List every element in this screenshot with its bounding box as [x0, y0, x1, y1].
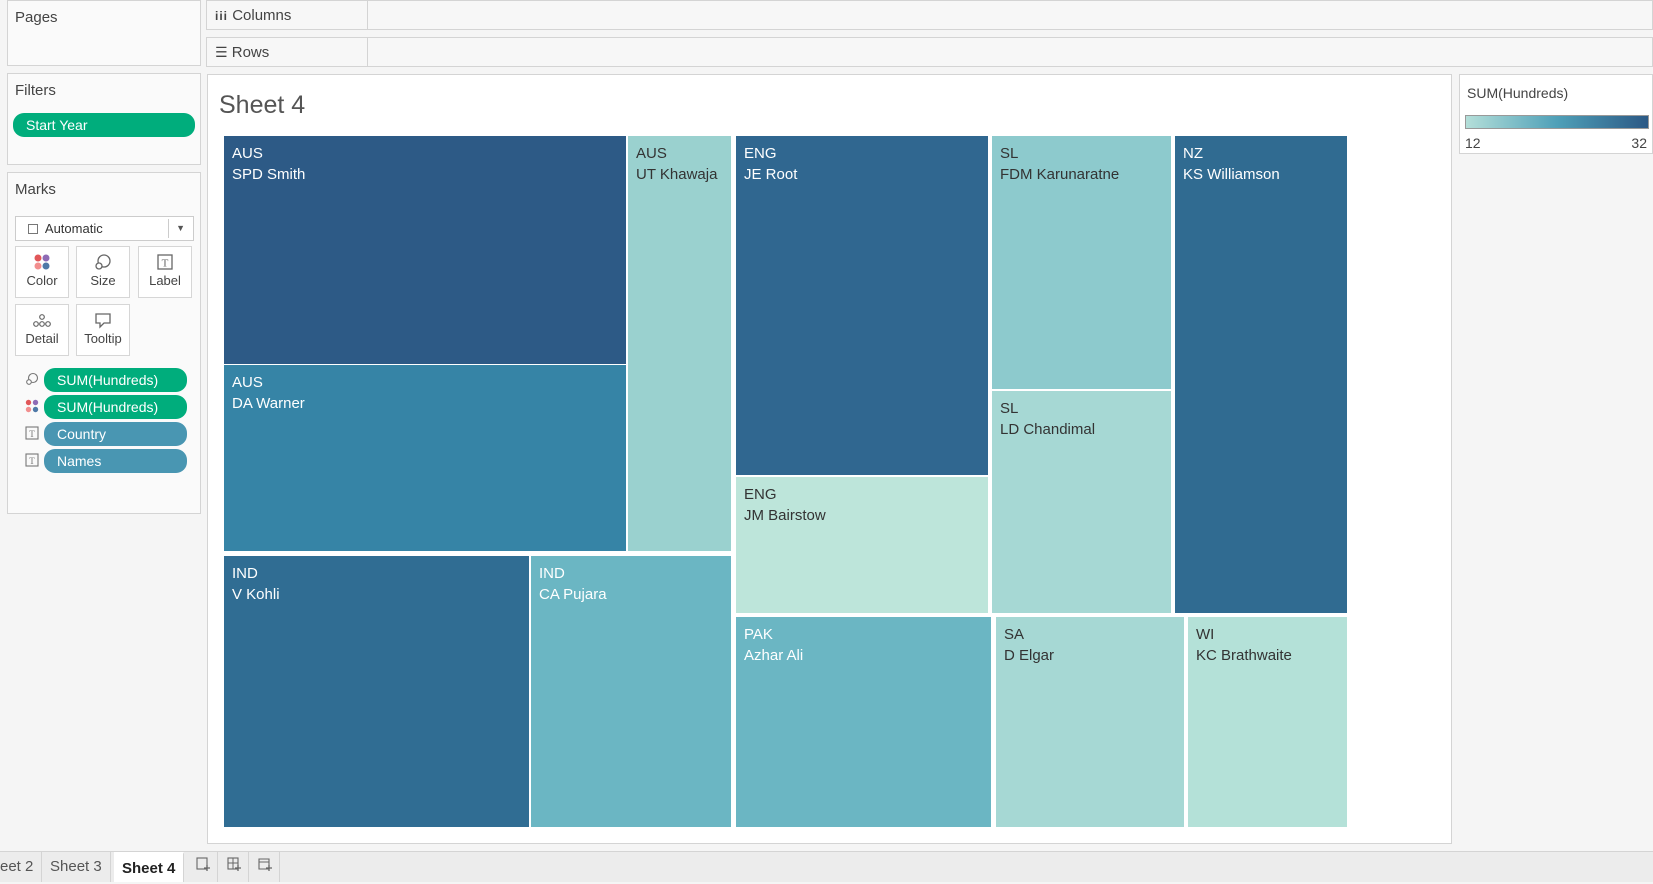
marks-panel: Marks Automatic ▼ Color Size T Label Det… [7, 172, 201, 514]
tile-country-label: NZ [1183, 145, 1203, 162]
tile-country-label: AUS [232, 374, 263, 391]
color-legend: SUM(Hundreds) 12 32 [1459, 74, 1653, 154]
mark-field-color-icon [25, 399, 39, 418]
treemap-tile[interactable]: AUS UT Khawaja [628, 136, 731, 551]
tile-country-label: PAK [744, 626, 773, 643]
tile-name-label: KC Brathwaite [1196, 647, 1292, 664]
tile-name-label: JE Root [744, 166, 798, 183]
columns-shelf-divider [367, 1, 368, 29]
treemap: AUS SPD Smith AUS DA Warner AUS UT Khawaja IND… [224, 136, 1349, 827]
rows-icon: ☰ [215, 44, 228, 60]
legend-gradient [1465, 115, 1649, 129]
color-button-label: Color [26, 273, 58, 288]
color-icon [16, 247, 68, 273]
treemap-tile[interactable]: IND V Kohli [224, 556, 529, 827]
tile-name-label: SPD Smith [232, 166, 306, 183]
label-button-label: Label [149, 273, 181, 288]
detail-button[interactable]: Detail [15, 304, 69, 356]
columns-shelf-label: iii Columns [215, 7, 292, 24]
treemap-tile[interactable]: ENG JE Root [736, 136, 988, 475]
svg-text:T: T [29, 429, 35, 439]
tile-name-label: KS Williamson [1183, 166, 1280, 183]
tile-name-label: JM Bairstow [744, 507, 826, 524]
filters-title: Filters [15, 82, 56, 99]
columns-shelf[interactable]: iii Columns [206, 0, 1653, 30]
svg-text:T: T [29, 456, 35, 466]
treemap-tile[interactable]: ENG JM Bairstow [736, 477, 988, 613]
tile-country-label: ENG [744, 486, 777, 503]
treemap-tile[interactable]: IND CA Pujara [531, 556, 731, 827]
tooltip-button[interactable]: Tooltip [76, 304, 130, 356]
treemap-tile[interactable]: SL LD Chandimal [992, 391, 1171, 613]
tab-sheet-4[interactable]: Sheet 4 [114, 852, 185, 882]
tile-country-label: WI [1196, 626, 1215, 643]
tile-country-label: IND [539, 565, 565, 582]
filters-panel[interactable]: Filters Start Year [7, 73, 201, 165]
treemap-tile[interactable]: PAK Azhar Ali [736, 617, 991, 827]
mark-field-names-label-icon: T [25, 453, 39, 472]
color-button[interactable]: Color [15, 246, 69, 298]
tab-sheet-2[interactable]: eet 2 [0, 852, 43, 882]
treemap-tile[interactable]: WI KC Brathwaite [1188, 617, 1347, 827]
mark-type-label: Automatic [44, 221, 103, 236]
new-dashboard-icon[interactable] [219, 852, 249, 882]
treemap-tile[interactable]: AUS DA Warner [224, 365, 626, 551]
marks-title: Marks [15, 181, 56, 198]
tile-name-label: V Kohli [232, 586, 280, 603]
tooltip-button-label: Tooltip [84, 331, 122, 346]
treemap-tile[interactable]: AUS SPD Smith [224, 136, 626, 364]
tile-country-label: IND [232, 565, 258, 582]
detail-button-label: Detail [25, 331, 59, 346]
treemap-tile[interactable]: SL FDM Karunaratne [992, 136, 1171, 389]
label-button[interactable]: T Label [138, 246, 192, 298]
treemap-tile[interactable]: SA D Elgar [996, 617, 1184, 827]
tile-country-label: AUS [636, 145, 667, 162]
mark-type-dropdown[interactable]: Automatic ▼ [15, 216, 194, 241]
chevron-down-icon: ▼ [176, 223, 185, 233]
tab-sheet-3[interactable]: Sheet 3 [42, 852, 111, 882]
rows-shelf-divider [367, 38, 368, 66]
filter-pill-start-year[interactable]: Start Year [13, 113, 195, 137]
size-button-label: Size [90, 273, 116, 288]
mark-field-country-label-icon: T [25, 426, 39, 445]
new-story-icon[interactable] [250, 852, 280, 882]
label-icon: T [139, 247, 191, 273]
tile-name-label: FDM Karunaratne [1000, 166, 1120, 183]
treemap-tile[interactable]: NZ KS Williamson [1175, 136, 1347, 613]
tile-name-label: UT Khawaja [636, 166, 718, 183]
tile-name-label: DA Warner [232, 395, 305, 412]
detail-icon [16, 305, 68, 331]
rows-shelf-label: ☰ Rows [215, 44, 270, 61]
new-worksheet-icon[interactable] [188, 852, 218, 882]
mark-type-icon [28, 224, 38, 234]
legend-max: 32 [1631, 135, 1647, 151]
pages-title: Pages [15, 9, 58, 26]
dropdown-separator [168, 219, 169, 238]
sheet-title: Sheet 4 [219, 91, 306, 119]
size-icon [77, 247, 129, 273]
svg-text:T: T [162, 258, 169, 270]
columns-icon: iii [215, 9, 229, 23]
mark-field-size-pill[interactable]: SUM(Hundreds) [44, 368, 187, 392]
tile-name-label: Azhar Ali [744, 647, 804, 664]
mark-field-names-pill[interactable]: Names [44, 449, 187, 473]
tile-country-label: SA [1004, 626, 1025, 643]
tile-name-label: CA Pujara [539, 586, 607, 603]
mark-field-color-pill[interactable]: SUM(Hundreds) [44, 395, 187, 419]
rows-shelf[interactable]: ☰ Rows [206, 37, 1653, 67]
tile-country-label: SL [1000, 400, 1019, 417]
mark-field-country-pill[interactable]: Country [44, 422, 187, 446]
tile-country-label: ENG [744, 145, 777, 162]
legend-title: SUM(Hundreds) [1467, 85, 1569, 101]
tooltip-icon [77, 305, 129, 331]
tile-name-label: D Elgar [1004, 647, 1055, 664]
size-button[interactable]: Size [76, 246, 130, 298]
mark-field-size-icon [25, 372, 39, 391]
pages-panel[interactable]: Pages [7, 0, 201, 66]
tile-country-label: AUS [232, 145, 263, 162]
legend-min: 12 [1465, 135, 1481, 151]
tile-country-label: SL [1000, 145, 1019, 162]
tile-name-label: LD Chandimal [1000, 421, 1096, 438]
